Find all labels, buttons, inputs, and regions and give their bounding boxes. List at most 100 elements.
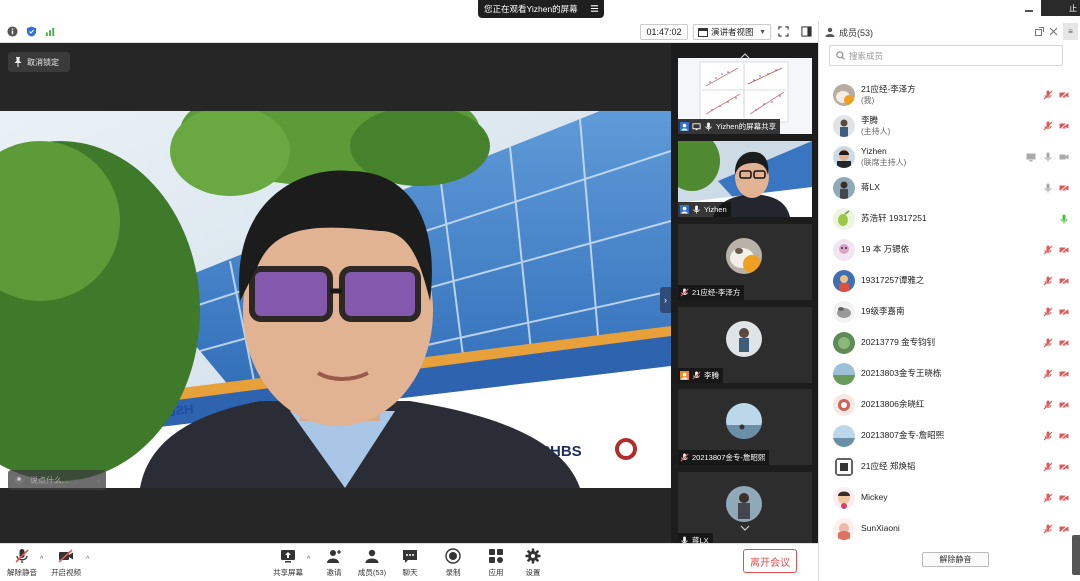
viewing-banner[interactable]: 您正在观看Yizhen的屏幕: [478, 0, 604, 18]
share-screen-button[interactable]: 共享屏幕: [268, 548, 308, 580]
popout-icon[interactable]: [1035, 27, 1044, 36]
tile-participant[interactable]: 李腾: [678, 307, 812, 383]
fullscreen-icon[interactable]: [778, 26, 789, 37]
unmute-button[interactable]: 解除静音: [2, 548, 42, 580]
participant-row[interactable]: Yizhen (联席主持人): [819, 141, 1080, 172]
participant-name: 19317257谭雅之: [861, 275, 924, 286]
video-off-icon[interactable]: [1059, 90, 1069, 100]
microphone-icon[interactable]: [1043, 152, 1053, 162]
tile-screen-share[interactable]: Yizhen的屏幕共享: [678, 58, 812, 134]
network-signal-icon[interactable]: [45, 26, 56, 37]
start-video-button[interactable]: 开启视频: [46, 548, 86, 580]
tile-name: Yizhen的屏幕共享: [716, 122, 777, 131]
microphone-speaking-icon[interactable]: [1059, 214, 1069, 224]
microphone-muted-icon[interactable]: [1043, 400, 1053, 410]
microphone-muted-icon[interactable]: [1043, 90, 1053, 100]
video-off-icon[interactable]: [1059, 400, 1069, 410]
video-off-icon[interactable]: [1059, 245, 1069, 255]
microphone-muted-icon[interactable]: [1043, 276, 1053, 286]
member-search-box[interactable]: [829, 45, 1063, 66]
panel-menu-button[interactable]: ≡: [1063, 23, 1078, 40]
close-icon[interactable]: [1049, 27, 1058, 36]
participant-name-text: 19级李嘉南: [861, 306, 905, 316]
leave-meeting-button[interactable]: 离开会议: [743, 549, 797, 573]
video-on-icon[interactable]: [1059, 152, 1069, 162]
microphone-muted-icon[interactable]: [1043, 493, 1053, 503]
members-button[interactable]: 成员(53): [352, 548, 392, 580]
participant-row[interactable]: 19级李嘉南: [819, 296, 1080, 327]
invite-button[interactable]: 邀请: [314, 548, 354, 580]
participant-row[interactable]: 21应经-李泽方 (我): [819, 79, 1080, 110]
microphone-muted-icon[interactable]: [1043, 121, 1053, 131]
video-off-icon[interactable]: [1059, 121, 1069, 131]
chevron-up-icon[interactable]: ^: [40, 556, 43, 563]
chat-button[interactable]: 聊天: [390, 548, 430, 580]
tile-video-yizhen[interactable]: Yizhen: [678, 141, 812, 217]
video-off-icon[interactable]: [1059, 493, 1069, 503]
participant-row[interactable]: 19 本 万锶依: [819, 234, 1080, 265]
participant-row[interactable]: 19317257谭雅之: [819, 265, 1080, 296]
video-off-icon[interactable]: [1059, 462, 1069, 472]
participant-name: 19 本 万锶依: [861, 244, 909, 255]
settings-button[interactable]: 设置: [513, 548, 553, 580]
microphone-muted-icon: [692, 371, 701, 380]
minimize-icon[interactable]: [1024, 4, 1034, 14]
participant-row[interactable]: SunXiaoni: [819, 513, 1080, 544]
chevron-up-icon[interactable]: ^: [307, 556, 310, 563]
avatar: [833, 331, 855, 354]
participant-row[interactable]: 蒋LX: [819, 172, 1080, 203]
participant-row[interactable]: 苏浩轩 19317251: [819, 203, 1080, 234]
microphone-muted-icon[interactable]: [1043, 462, 1053, 472]
tile-name-bar: Yizhen: [678, 202, 731, 217]
video-off-icon[interactable]: [1059, 183, 1069, 193]
participant-row[interactable]: 20213807金专-詹昭熙: [819, 420, 1080, 451]
video-off-icon[interactable]: [1059, 524, 1069, 534]
record-button[interactable]: 录制: [433, 548, 473, 580]
corner-video-thumb[interactable]: 止: [1041, 0, 1080, 16]
avatar: [833, 393, 855, 416]
unmute-all-button[interactable]: 解除静音: [922, 552, 989, 567]
info-icon[interactable]: [7, 26, 18, 37]
microphone-muted-icon[interactable]: [1043, 245, 1053, 255]
participant-row[interactable]: 20213779 金专钧钊: [819, 327, 1080, 358]
participants-panel: 成员(53) ≡ 21应经-李泽方(我) 李腾(主持人): [818, 21, 1080, 581]
tile-participant[interactable]: 20213807金专-詹昭熙: [678, 389, 812, 465]
toggle-panel-icon[interactable]: [801, 26, 812, 37]
video-off-icon[interactable]: [1059, 307, 1069, 317]
microphone-muted-icon[interactable]: [1043, 524, 1053, 534]
microphone-muted-icon[interactable]: [1043, 369, 1053, 379]
microphone-muted-icon[interactable]: [1043, 307, 1053, 317]
chevron-left-icon[interactable]: ‹: [97, 476, 100, 485]
unpin-button[interactable]: 取消锁定: [8, 52, 70, 72]
participant-row[interactable]: 20213803金专王晓栋: [819, 358, 1080, 389]
participant-row[interactable]: Mickey: [819, 482, 1080, 513]
menu-icon[interactable]: [590, 4, 599, 13]
microphone-icon[interactable]: [1043, 183, 1053, 193]
apps-button[interactable]: 应用: [476, 548, 516, 580]
chat-quick-input[interactable]: 说点什么... ‹: [8, 470, 106, 490]
video-off-icon[interactable]: [1059, 276, 1069, 286]
participant-row[interactable]: 李腾 (主持人): [819, 110, 1080, 141]
microphone-muted-icon[interactable]: [1043, 431, 1053, 441]
video-off-icon[interactable]: [1059, 338, 1069, 348]
security-shield-icon[interactable]: [26, 26, 37, 37]
apps-icon: [489, 549, 503, 563]
tile-name-bar: 21应经-李泽方: [678, 285, 745, 300]
strip-scroll-down[interactable]: [671, 521, 818, 535]
microphone-muted-icon[interactable]: [1043, 338, 1053, 348]
search-input[interactable]: [849, 50, 1049, 61]
pin-icon: [14, 57, 22, 67]
tile-participant[interactable]: 21应经-李泽方: [678, 224, 812, 300]
video-off-icon[interactable]: [1059, 369, 1069, 379]
microphone-muted-icon: [680, 288, 689, 297]
avatar: [833, 83, 855, 106]
chevron-up-icon[interactable]: ^: [86, 556, 89, 563]
view-mode-select[interactable]: 演讲者视图 ▼: [693, 24, 771, 40]
participant-row[interactable]: 20213806余晓红: [819, 389, 1080, 420]
video-off-icon[interactable]: [1059, 431, 1069, 441]
tile-participant[interactable]: 蒋LX: [678, 472, 812, 548]
microphone-muted-icon: [680, 453, 689, 462]
collapse-strip-handle[interactable]: ›: [660, 287, 671, 313]
participant-row[interactable]: 21应经 郑焕韬: [819, 451, 1080, 482]
panel-scrollbar[interactable]: [1072, 535, 1080, 575]
